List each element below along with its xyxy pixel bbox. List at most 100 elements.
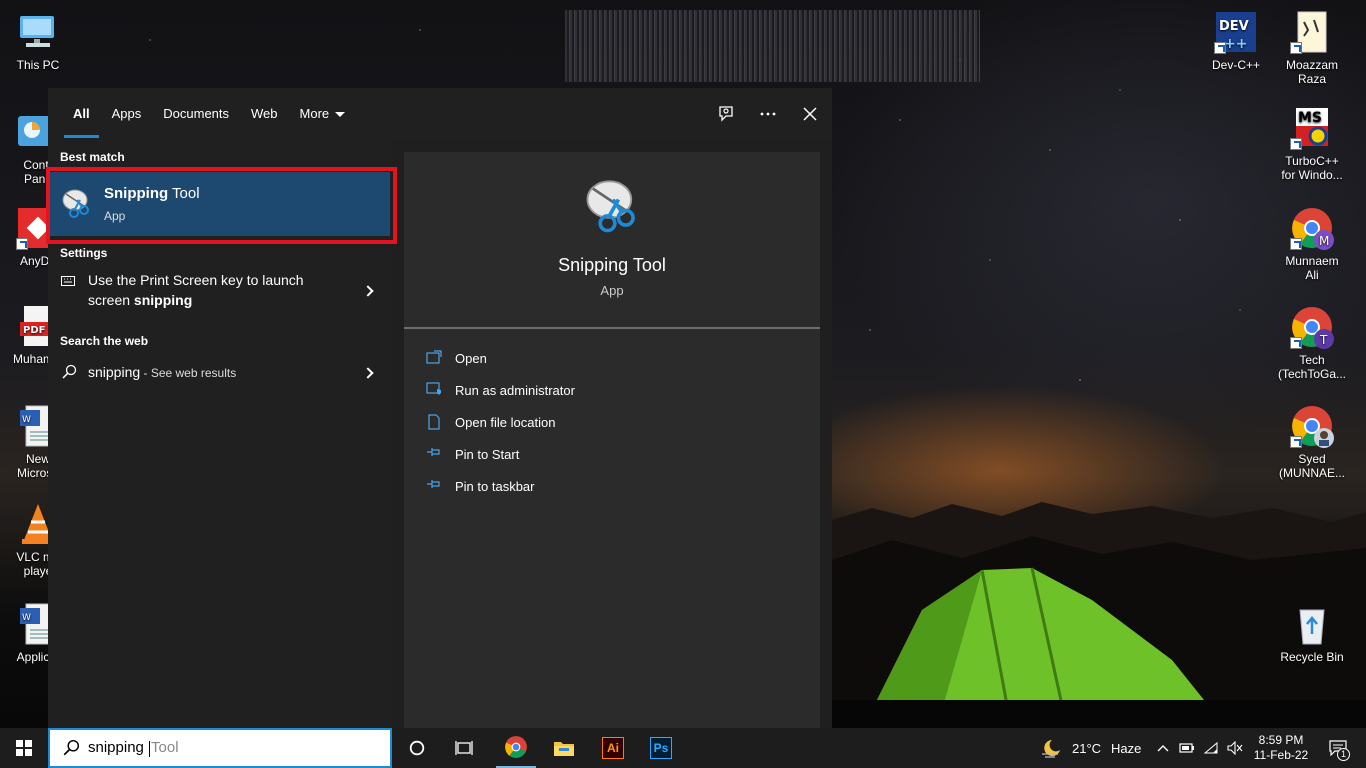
- devcpp-badge: DEV: [1219, 19, 1249, 34]
- action-open-file-location[interactable]: Open file location: [426, 411, 555, 433]
- avatar-letter: M: [1319, 234, 1329, 248]
- action-pin-to-start[interactable]: Pin to Start: [426, 443, 519, 465]
- volume-button[interactable]: [1224, 728, 1246, 768]
- search-input-value: snipping Tool: [88, 739, 179, 757]
- red-highlight-box: [46, 167, 397, 244]
- text-cursor: [149, 740, 151, 757]
- keyboard-icon: [61, 276, 75, 286]
- search-icon: [63, 739, 80, 756]
- taskbar-illustrator[interactable]: Ai: [593, 728, 633, 768]
- desktop-icon-chrome-munnaem[interactable]: M Munnaem Ali: [1274, 206, 1350, 282]
- action-label: Run as administrator: [455, 382, 575, 398]
- desktop-icon-label: Tech (TechToGa...: [1277, 353, 1347, 381]
- moon-haze-icon: [1042, 740, 1060, 758]
- turbocpp-icon: MS: [1290, 106, 1334, 150]
- computer-icon: [16, 10, 60, 54]
- task-view-icon: [455, 741, 473, 755]
- tab-all[interactable]: All: [62, 88, 101, 140]
- details-pane: Snipping Tool App Open Run as administra…: [404, 152, 820, 728]
- devcpp-icon: DEV ++: [1214, 10, 1258, 54]
- task-view-button[interactable]: [446, 728, 482, 768]
- details-title: Snipping Tool: [558, 255, 666, 275]
- settings-result-line2: screen snipping: [88, 290, 304, 310]
- photoshop-icon-text: Ps: [653, 741, 669, 755]
- chevron-up-icon: [1157, 745, 1169, 752]
- action-label: Open: [455, 350, 487, 366]
- taskbar-photoshop[interactable]: Ps: [641, 728, 681, 768]
- shortcut-arrow-icon: [1290, 337, 1302, 349]
- settings-result-item[interactable]: Use the Print Screen key to launch scree…: [48, 270, 392, 322]
- action-label: Pin to Start: [455, 446, 520, 462]
- taskbar-chrome[interactable]: [496, 728, 536, 768]
- battery-button[interactable]: [1176, 728, 1198, 768]
- search-autocomplete-suggestion: Tool: [151, 739, 179, 757]
- notification-count-badge: 1: [1337, 748, 1350, 761]
- search-panel: All Apps Documents Web More Best match S…: [46, 88, 832, 728]
- taskbar-file-explorer[interactable]: [544, 728, 584, 768]
- text-file-icon: [1290, 10, 1334, 54]
- action-pin-to-taskbar[interactable]: Pin to taskbar: [426, 475, 535, 497]
- snipping-tool-large-icon: [582, 174, 644, 236]
- web-result-suffix: - See web results: [140, 366, 237, 380]
- shortcut-arrow-icon: [1290, 138, 1302, 150]
- illustrator-icon: Ai: [602, 737, 624, 759]
- open-icon: [426, 350, 444, 366]
- more-options-button[interactable]: [756, 102, 780, 126]
- show-hidden-icons-button[interactable]: [1152, 728, 1174, 768]
- cortana-button[interactable]: [398, 728, 436, 768]
- file-location-icon: [426, 414, 444, 430]
- settings-result-text: Use the Print Screen key to launch scree…: [88, 270, 304, 310]
- tab-documents[interactable]: Documents: [152, 88, 240, 140]
- close-button[interactable]: [798, 102, 822, 126]
- web-result-item[interactable]: snipping - See web results: [48, 358, 392, 388]
- action-center-button[interactable]: 1: [1318, 728, 1358, 768]
- clock-date: 11-Feb-22: [1253, 748, 1309, 762]
- feedback-button[interactable]: [714, 102, 738, 126]
- clock[interactable]: 8:59 PM 11-Feb-22: [1250, 728, 1312, 768]
- taskbar-search-box[interactable]: snipping Tool: [48, 728, 392, 768]
- volume-muted-icon: [1227, 741, 1243, 755]
- desktop-icon-turbocpp[interactable]: MS TurboC++ for Windo...: [1274, 106, 1350, 182]
- action-open[interactable]: Open: [426, 347, 487, 369]
- tab-apps[interactable]: Apps: [101, 88, 153, 140]
- chevron-down-icon: [335, 112, 346, 118]
- start-button[interactable]: [0, 728, 48, 768]
- desktop-icon-label: Munnaem Ali: [1285, 254, 1339, 282]
- desktop-icon-label: Moazzam Raza: [1285, 58, 1338, 86]
- chrome-icon: [505, 736, 527, 758]
- results-list: Best match Snipping Tool App Settings Us…: [46, 140, 397, 728]
- settings-result-line2-bold: snipping: [133, 292, 193, 308]
- search-web-heading: Search the web: [60, 334, 149, 348]
- desktop-icon-chrome-tech[interactable]: T Tech (TechToGa...: [1274, 305, 1350, 381]
- action-run-as-admin[interactable]: Run as administrator: [426, 379, 575, 401]
- desktop-icon-chrome-syed[interactable]: Syed (MUNNAE...: [1274, 404, 1350, 480]
- svg-text:W: W: [22, 415, 31, 425]
- illustrator-icon-text: Ai: [607, 741, 619, 755]
- clock-time: 8:59 PM: [1258, 733, 1304, 747]
- settings-result-line2-plain: screen: [88, 292, 134, 308]
- battery-plug-icon: [1179, 743, 1194, 753]
- weather-widget[interactable]: 21°C Haze: [1040, 728, 1146, 768]
- desktop-icon-recycle-bin[interactable]: Recycle Bin: [1274, 602, 1350, 664]
- wallpaper-artifact: [565, 10, 980, 82]
- photoshop-icon: Ps: [650, 737, 672, 759]
- turbocpp-badge: MS: [1298, 110, 1322, 126]
- cortana-circle-icon: [409, 740, 425, 756]
- svg-text:W: W: [22, 613, 31, 623]
- settings-result-line1: Use the Print Screen key to launch: [88, 272, 304, 288]
- network-button[interactable]: [1200, 728, 1224, 768]
- shortcut-arrow-icon: [16, 238, 28, 250]
- desktop-icon-devcpp[interactable]: DEV ++ Dev-C++: [1198, 10, 1274, 72]
- shortcut-arrow-icon: [1290, 42, 1302, 54]
- tab-more-label: More: [299, 106, 330, 121]
- desktop-icon-this-pc[interactable]: This PC: [0, 10, 76, 72]
- shortcut-arrow-icon: [1290, 238, 1302, 250]
- desktop-icon-moazzam-raza[interactable]: Moazzam Raza: [1274, 10, 1350, 86]
- tab-more[interactable]: More: [289, 88, 357, 140]
- tab-web[interactable]: Web: [240, 88, 289, 140]
- search-typed-text: snipping: [88, 739, 149, 757]
- close-icon: [803, 107, 817, 121]
- desktop-icon-label: TurboC++ for Windo...: [1281, 154, 1343, 182]
- action-label: Pin to taskbar: [455, 478, 535, 494]
- desktop-icon-label: Dev-C++: [1211, 58, 1261, 72]
